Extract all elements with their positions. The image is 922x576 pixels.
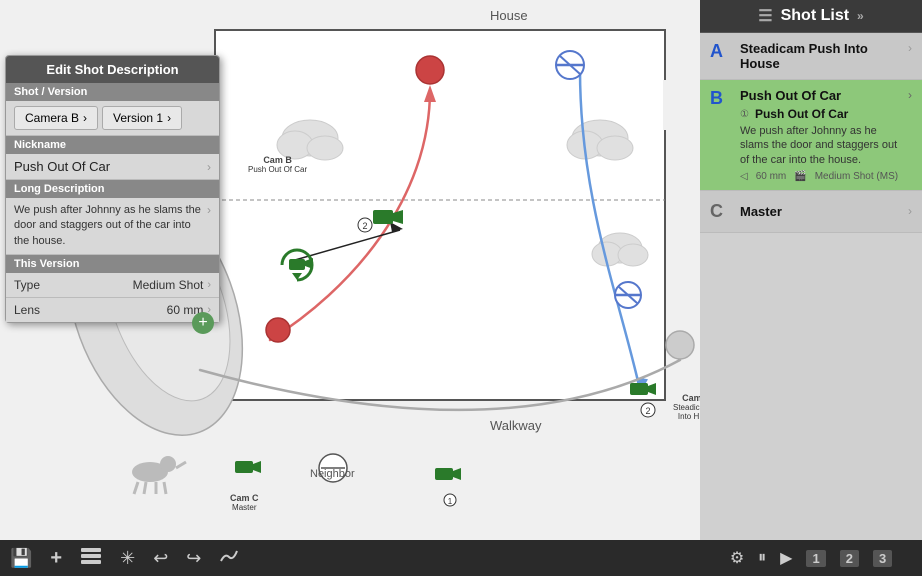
shot-a-label: A: [710, 41, 730, 62]
svg-text:2: 2: [362, 221, 367, 231]
nickname-row[interactable]: Push Out Of Car ›: [6, 154, 219, 180]
add-button[interactable]: +: [192, 312, 214, 334]
undo-icon[interactable]: ↩: [153, 548, 168, 569]
add-icon[interactable]: +: [50, 547, 62, 570]
shot-c-title: Master: [740, 204, 782, 219]
lens-icon: ◁: [740, 171, 748, 182]
nickname-header: Nickname: [6, 136, 219, 154]
lens-label: Lens: [14, 303, 167, 317]
shot-b-description: We push after Johnny as he slams the doo…: [740, 124, 908, 167]
shot-b-title: Push Out Of Car: [740, 88, 908, 103]
type-row[interactable]: Type Medium Shot ›: [6, 273, 219, 298]
sidebar-title: Shot List: [781, 7, 849, 25]
camera-version-row: Camera B › Version 1 ›: [6, 101, 219, 136]
cam-steadicam-label: Cam Steadicam Into H...: [673, 393, 700, 421]
shot-version-header: Shot / Version: [6, 83, 219, 101]
cam-c-label: Cam C Master: [230, 493, 259, 512]
cam-b-icon: [373, 210, 403, 224]
shot-b-subtitle: Push Out Of Car: [755, 107, 848, 121]
star-icon[interactable]: ✳: [120, 548, 135, 569]
lens-value: 60 mm: [756, 171, 787, 182]
shot-c-label: C: [710, 201, 730, 222]
cam-c-icon: [235, 461, 261, 473]
cam-b-label: Cam B Push Out Of Car: [248, 155, 307, 174]
page-2[interactable]: 2: [840, 550, 859, 567]
shot-item-c[interactable]: C Master ›: [700, 191, 922, 233]
type-label: Type: [14, 278, 133, 292]
long-desc-row[interactable]: We push after Johnny as he slams the doo…: [6, 198, 219, 255]
sidebar-header: ☰ Shot List »: [700, 0, 922, 33]
long-desc-header: Long Description: [6, 180, 219, 198]
edit-panel-title: Edit Shot Description: [6, 56, 219, 83]
gear-icon[interactable]: ⚙: [730, 548, 744, 568]
dog-icon: [132, 456, 186, 494]
main-container: 2 1 2: [0, 0, 922, 576]
sidebar: ☰ Shot List » A Steadicam Push Into Hous…: [700, 0, 922, 576]
type-value: Medium Shot: [133, 278, 204, 292]
shot-b-meta: ◁ 60 mm 🎬 Medium Shot (MS): [740, 171, 908, 182]
draw-icon[interactable]: [219, 547, 241, 570]
shot-a-title: Steadicam Push Into House: [740, 41, 908, 71]
shot-list: A Steadicam Push Into House › B Push Out…: [700, 33, 922, 540]
pause-icon[interactable]: ⏸: [758, 549, 766, 567]
sidebar-chevron-icon: »: [857, 9, 864, 23]
cam-bottom-icon: [435, 468, 461, 480]
type-value: Medium Shot (MS): [815, 171, 898, 182]
redo-icon[interactable]: ↪: [186, 548, 201, 569]
layers-icon[interactable]: [80, 547, 102, 570]
house-label: House: [490, 8, 528, 23]
svg-text:2: 2: [645, 406, 650, 416]
shot-b-detail: Push Out Of Car ① Push Out Of Car We pus…: [740, 88, 908, 182]
shot-number-icon: ①: [740, 109, 749, 120]
long-desc-value: We push after Johnny as he slams the doo…: [14, 203, 203, 249]
play-icon[interactable]: ▶: [780, 548, 792, 568]
page-1[interactable]: 1: [806, 550, 825, 567]
save-icon[interactable]: 💾: [10, 548, 32, 569]
shot-item-b[interactable]: B Push Out Of Car ① Push Out Of Car We p…: [700, 80, 922, 191]
lens-row[interactable]: Lens 60 mm ›: [6, 298, 219, 322]
version-button[interactable]: Version 1 ›: [102, 106, 182, 130]
camera-button[interactable]: Camera B ›: [14, 106, 98, 130]
page-3[interactable]: 3: [873, 550, 892, 567]
list-icon: ☰: [758, 6, 772, 26]
nickname-value: Push Out Of Car: [14, 159, 110, 174]
shot-item-a[interactable]: A Steadicam Push Into House ›: [700, 33, 922, 80]
shot-b-label: B: [710, 88, 730, 109]
shot-a-detail: Steadicam Push Into House: [740, 41, 908, 71]
svg-text:1: 1: [448, 497, 453, 506]
this-version-header: This Version: [6, 255, 219, 273]
type-icon: 🎬: [794, 171, 806, 182]
edit-panel: Edit Shot Description Shot / Version Cam…: [5, 55, 220, 323]
walkway-label: Walkway: [490, 418, 542, 433]
canvas-area: 2 1 2: [0, 0, 700, 576]
cam-steadicam-icon: [630, 383, 656, 395]
sidebar-bottom-toolbar: ⚙ ⏸ ▶ 1 2 3: [700, 540, 922, 576]
neighbor-label: Neighbor: [310, 468, 355, 480]
bottom-toolbar: 💾 + ✳ ↩ ↪: [0, 540, 700, 576]
